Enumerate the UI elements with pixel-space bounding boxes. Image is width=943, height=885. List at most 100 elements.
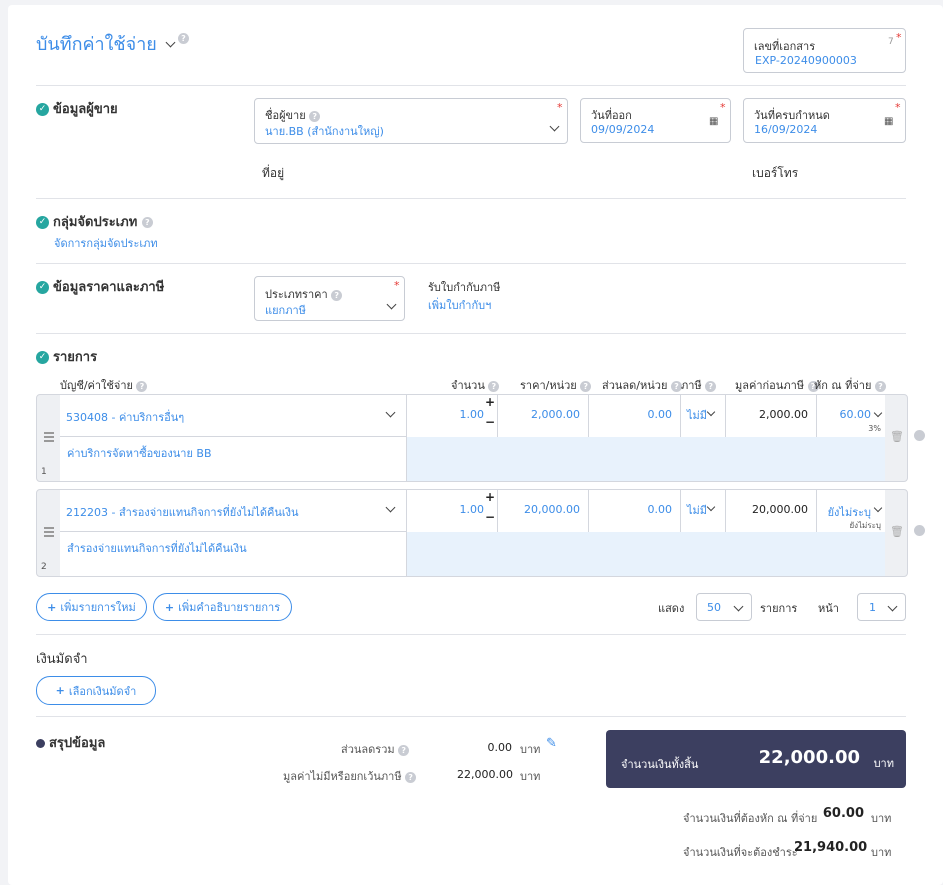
unit-price-input[interactable]: 20,000.00	[498, 490, 589, 532]
add-description-button[interactable]: + เพิ่มคำอธิบายรายการ	[153, 593, 292, 621]
bullet-icon	[36, 739, 45, 748]
due-date-label: วันที่ครบกำหนด	[754, 109, 830, 122]
column-header-unit-price: ราคา/หน่วย ?	[520, 376, 592, 394]
description-input[interactable]: สำรองจ่ายแทนกิจการที่ยังไม่ได้คืนเงิน	[60, 532, 407, 576]
divider	[36, 85, 906, 86]
vendor-name-select[interactable]: ชื่อผู้ขาย ? * นาย.BB (สำนักงานใหญ่)	[254, 98, 568, 144]
description-input[interactable]: ค่าบริการจัดหาซื้อของนาย BB	[60, 437, 407, 481]
price-type-value: แยกภาษี	[265, 304, 306, 317]
pre-tax-value: 20,000.00	[752, 503, 808, 516]
decrement-icon[interactable]: −	[485, 510, 495, 524]
required-marker: *	[896, 31, 902, 44]
check-circle-icon: ✓	[36, 216, 49, 229]
tax-value: ไม่มี	[687, 504, 708, 517]
help-icon[interactable]: ?	[405, 771, 417, 783]
pre-tax-value: 2,000.00	[759, 408, 808, 421]
item-row[interactable]: 2 212203 - สำรองจ่ายแทนกิจการที่ยังไม่ได…	[36, 489, 908, 577]
page-number-select[interactable]: 1	[857, 593, 906, 621]
grand-total-value: 22,000.00	[758, 747, 860, 768]
add-tax-invoice-link[interactable]: เพิ่มใบกำกับฯ	[428, 296, 491, 314]
help-icon[interactable]: ?	[705, 380, 717, 392]
help-icon[interactable]: ?	[136, 380, 148, 392]
withholding-select[interactable]: ยังไม่ระบุ ยังไม่ระบุ	[817, 490, 885, 532]
pie-chart-icon[interactable]	[914, 430, 925, 441]
calendar-icon[interactable]: ▦	[884, 116, 893, 127]
chevron-down-icon	[873, 503, 883, 513]
tax-select[interactable]: ไม่มี	[681, 395, 726, 437]
account-select[interactable]: 530408 - ค่าบริการอื่นๆ	[60, 395, 407, 437]
description-extension	[407, 437, 885, 481]
due-date-field[interactable]: วันที่ครบกำหนด * 16/09/2024 ▦	[743, 98, 906, 143]
trash-icon[interactable]: 🗑	[890, 430, 904, 443]
show-label: แสดง	[658, 602, 685, 615]
account-value: 530408 - ค่าบริการอื่นๆ	[66, 411, 185, 424]
qty-input[interactable]: 1.00 + −	[407, 490, 498, 532]
account-select[interactable]: 212203 - สำรองจ่ายแทนกิจการที่ยังไม่ได้ค…	[60, 490, 407, 532]
drag-handle-icon	[44, 535, 54, 537]
add-description-label: เพิ่มคำอธิบายรายการ	[178, 601, 281, 614]
pricing-section-title: ✓ ข้อมูลราคาและภาษี	[36, 276, 164, 297]
check-circle-icon: ✓	[36, 351, 49, 364]
add-row-button[interactable]: + เพิ่มรายการใหม่	[36, 593, 147, 621]
select-deposit-button[interactable]: + เลือกเงินมัดจำ	[36, 676, 156, 705]
help-icon[interactable]: ?	[874, 380, 886, 392]
withholding-total-label: จำนวนเงินที่ต้องหัก ณ ที่จ่าย	[683, 812, 818, 825]
increment-icon[interactable]: +	[485, 395, 495, 409]
page-title[interactable]: บันทึกค่าใช้จ่าย	[36, 29, 176, 58]
chevron-down-icon	[385, 407, 396, 418]
help-icon[interactable]: ?	[398, 744, 410, 756]
decrement-icon[interactable]: −	[485, 415, 495, 429]
chevron-down-icon	[887, 601, 898, 612]
drag-handle-icon	[44, 436, 54, 438]
required-marker: *	[720, 101, 726, 114]
pie-chart-icon[interactable]	[914, 525, 925, 536]
plus-icon: +	[47, 600, 57, 614]
help-icon[interactable]: ?	[178, 33, 189, 44]
drag-handle-icon[interactable]	[44, 527, 54, 529]
qty-value: 1.00	[459, 408, 485, 421]
phone-label: เบอร์โทร	[752, 166, 799, 180]
page-label: หน้า	[818, 602, 839, 615]
grand-total-label: จำนวนเงินทั้งสิ้น	[621, 758, 699, 771]
required-marker: *	[895, 101, 901, 114]
edit-pencil-icon[interactable]: ✎	[546, 736, 557, 751]
tax-invoice-label: รับใบกำกับภาษี	[428, 281, 501, 294]
discount-input[interactable]: 0.00	[589, 395, 681, 437]
price-type-select[interactable]: ประเภทราคา ? * แยกภาษี	[254, 276, 405, 321]
tax-select[interactable]: ไม่มี	[681, 490, 726, 532]
qty-input[interactable]: 1.00 + −	[407, 395, 498, 437]
vendor-section-title: ✓ ข้อมูลผู้ขาย	[36, 98, 118, 119]
help-icon[interactable]: ?	[309, 110, 321, 122]
summary-section-title: สรุปข้อมูล	[36, 732, 105, 753]
items-section-title: ✓ รายการ	[36, 346, 97, 367]
pre-tax-value-cell: 2,000.00	[726, 395, 817, 437]
calendar-icon[interactable]: ▦	[709, 116, 718, 127]
item-row[interactable]: 1 530408 - ค่าบริการอื่นๆ 1.00 + − 2,000…	[36, 394, 908, 482]
withholding-note: ยังไม่ระบุ	[849, 521, 881, 530]
withholding-select[interactable]: 60.00 3%	[817, 395, 885, 437]
help-icon[interactable]: ?	[580, 380, 592, 392]
description-extension	[407, 532, 885, 576]
items-label: รายการ	[760, 602, 798, 615]
drag-handle-icon[interactable]	[44, 432, 54, 434]
discount-input[interactable]: 0.00	[589, 490, 681, 532]
expense-form-card: บันทึกค่าใช้จ่าย ? เลขที่เอกสาร 7 * EXP-…	[8, 5, 943, 885]
help-icon[interactable]: ?	[488, 380, 500, 392]
increment-icon[interactable]: +	[485, 490, 495, 504]
chevron-down-icon	[385, 502, 396, 513]
unit-price-input[interactable]: 2,000.00	[498, 395, 589, 437]
non-taxable-value: 22,000.00	[457, 768, 513, 781]
row-index: 2	[41, 562, 47, 572]
issue-date-label: วันที่ออก	[591, 109, 632, 122]
manage-category-link[interactable]: จัดการกลุ่มจัดประเภท	[54, 234, 158, 252]
help-icon[interactable]: ?	[141, 217, 153, 228]
issue-date-field[interactable]: วันที่ออก * 09/09/2024 ▦	[580, 98, 731, 143]
trash-icon[interactable]: 🗑	[890, 525, 904, 538]
doc-number-field[interactable]: เลขที่เอกสาร 7 * EXP-20240900003	[743, 28, 906, 73]
help-icon[interactable]: ?	[331, 289, 343, 301]
add-row-label: เพิ่มรายการใหม่	[60, 601, 136, 614]
page-size-select[interactable]: 50	[696, 593, 752, 621]
non-taxable-label: มูลค่าไม่มีหรือยกเว้นภาษี ?	[283, 767, 417, 785]
chevron-down-icon	[706, 502, 716, 512]
withholding-total-value: 60.00	[822, 806, 864, 821]
